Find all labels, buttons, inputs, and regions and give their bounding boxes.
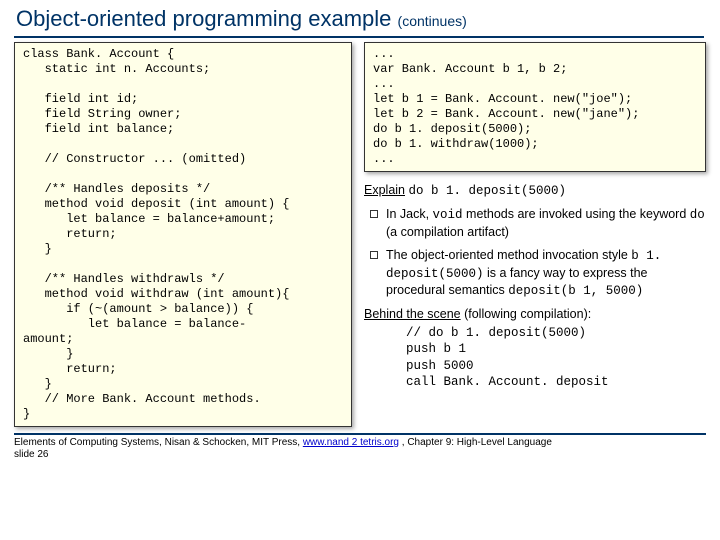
bullet-1: In Jack, void methods are invoked using … (364, 206, 706, 241)
bullet-2-text: The object-oriented method invocation st… (386, 247, 706, 301)
footer: Elements of Computing Systems, Nisan & S… (0, 437, 720, 461)
footer-text-a: Elements of Computing Systems, Nisan & S… (14, 437, 303, 448)
bottom-rule (14, 433, 706, 435)
slide-title: Object-oriented programming example (con… (0, 0, 720, 34)
explain-heading: Explain do b 1. deposit(5000) (364, 182, 706, 200)
left-column: class Bank. Account { static int n. Acco… (14, 42, 360, 427)
bullet-2: The object-oriented method invocation st… (364, 247, 706, 301)
footer-link[interactable]: www.nand 2 tetris.org (303, 437, 399, 448)
title-continues: (continues) (398, 13, 467, 29)
title-rule (14, 36, 704, 38)
bullet-square-icon (370, 210, 378, 218)
explain-code: do b 1. deposit(5000) (408, 184, 566, 198)
behind-scene: Behind the scene (following compilation)… (364, 306, 706, 323)
behind-paren: (following compilation): (461, 307, 592, 321)
bullet-square-icon (370, 251, 378, 259)
explain-label: Explain (364, 183, 405, 197)
explanation: Explain do b 1. deposit(5000) In Jack, v… (364, 182, 706, 390)
title-text: Object-oriented programming example (16, 6, 391, 31)
behind-label: Behind the scene (364, 307, 461, 321)
usage-code-box: ... var Bank. Account b 1, b 2; ... let … (364, 42, 706, 172)
footer-slide-num: slide 26 (14, 449, 48, 460)
behind-code: // do b 1. deposit(5000) push b 1 push 5… (364, 325, 706, 390)
footer-text-b: , Chapter 9: High-Level Language (399, 437, 552, 448)
bullet-1-text: In Jack, void methods are invoked using … (386, 206, 706, 241)
slide: Object-oriented programming example (con… (0, 0, 720, 540)
class-code-box: class Bank. Account { static int n. Acco… (14, 42, 352, 427)
right-column: ... var Bank. Account b 1, b 2; ... let … (360, 42, 706, 427)
content-columns: class Bank. Account { static int n. Acco… (0, 42, 720, 427)
